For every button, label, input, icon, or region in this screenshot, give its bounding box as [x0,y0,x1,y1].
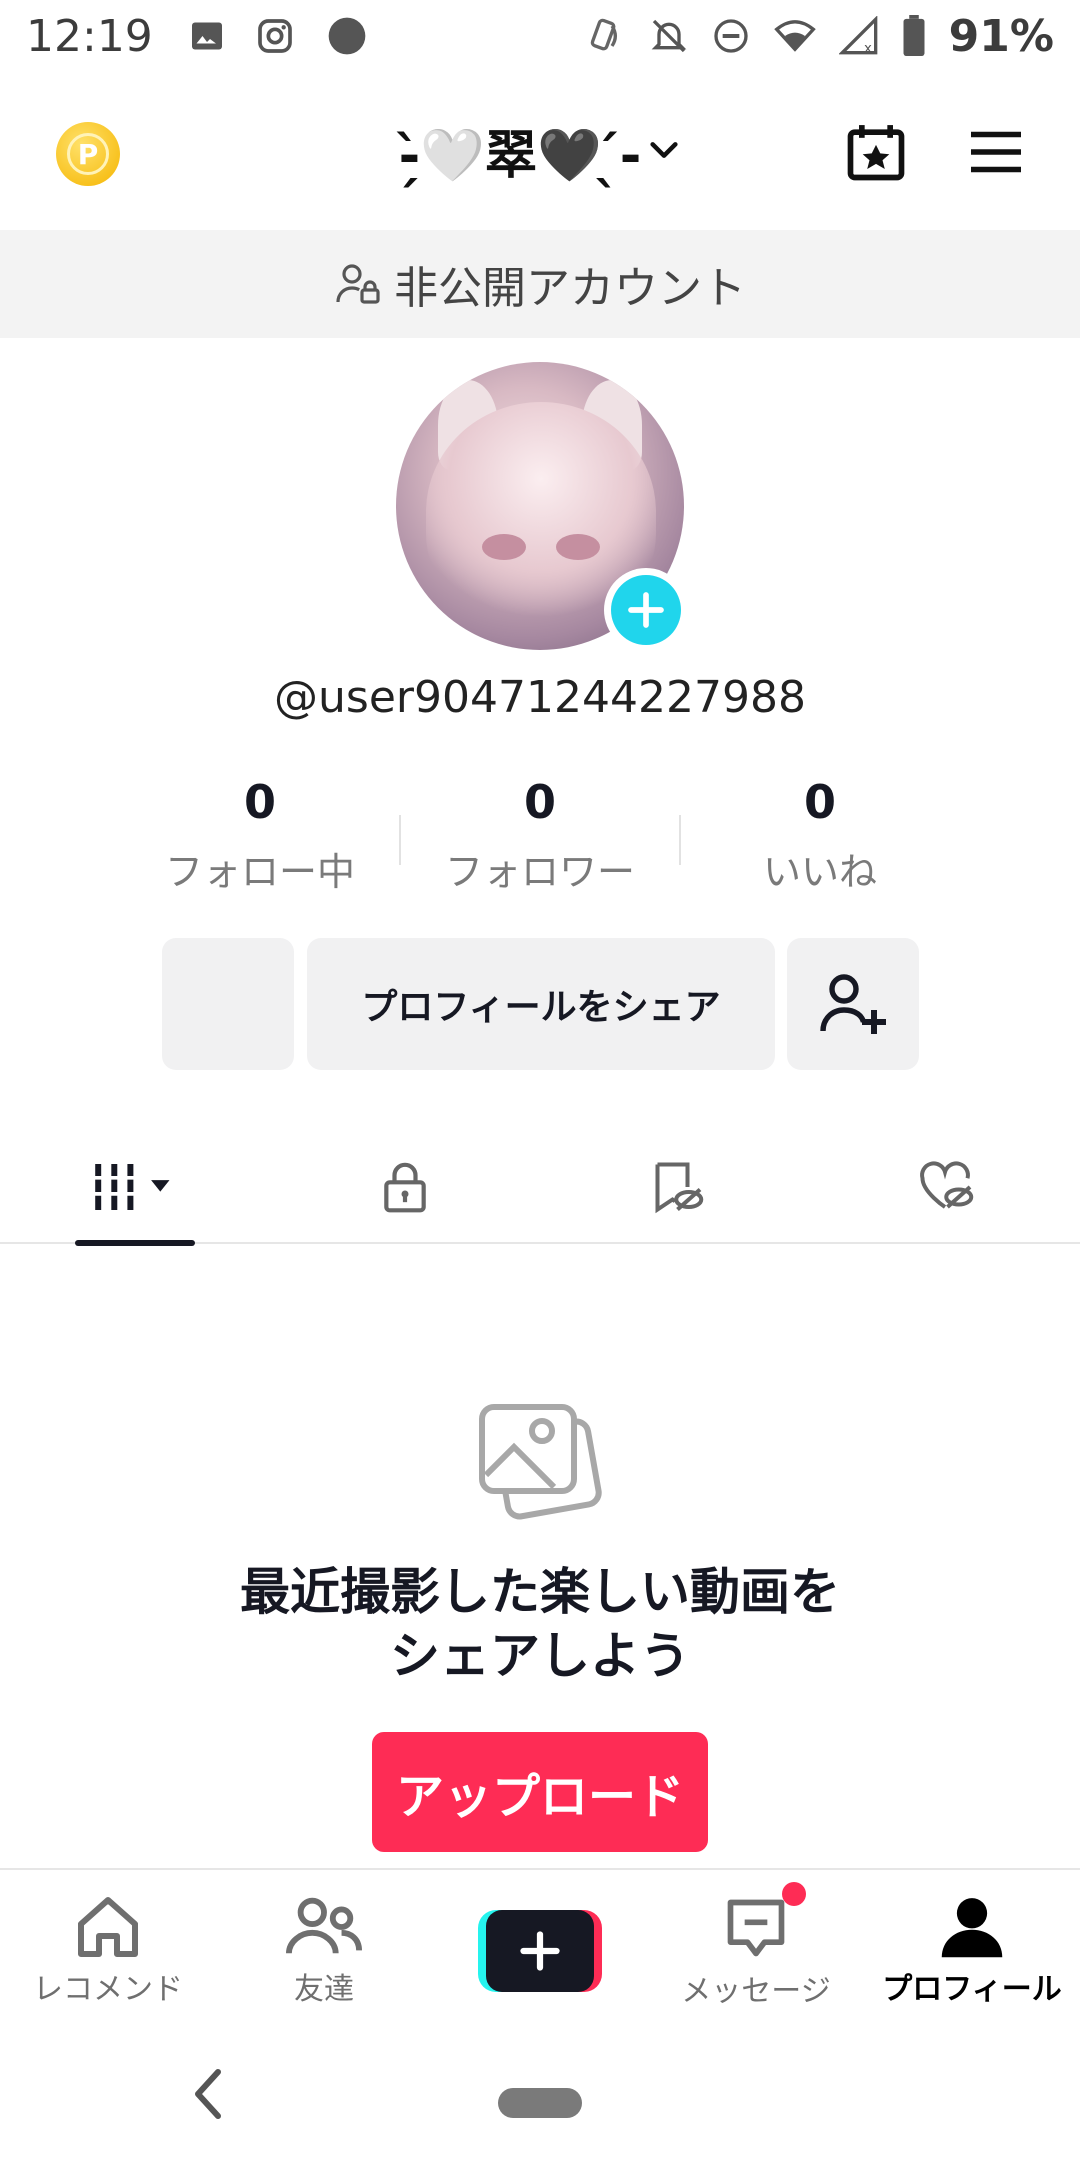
image-icon [191,22,222,50]
account-name: -̗̀🤍翠🖤 ̖́- [398,125,642,186]
following-stat[interactable]: 0 フォロー中 [120,775,400,905]
following-count: 0 [243,775,276,829]
lock-icon [384,1162,426,1213]
bell-off-icon [651,19,687,53]
home-icon [78,1897,138,1957]
battery-percent: 91% [948,10,1054,62]
plus-icon [520,1931,560,1971]
private-account-banner[interactable]: 非公開アカウント [0,230,1080,338]
bookmark-hidden-icon [655,1162,704,1214]
empty-state-title: 最近撮影した楽しい動画を シェアしよう [0,1560,1080,1688]
profile-header: P -̗̀🤍翠🖤 ̖́- [0,90,1080,210]
grid-icon [93,1164,170,1210]
instagram-icon [257,19,292,53]
bottom-nav: レコメンド 友達 メッセージ プロフィール [0,1868,1080,2018]
status-time: 12:19 [26,10,153,62]
notification-dot [782,1882,806,1906]
chevron-down-icon [650,142,678,158]
signal-icon: x [838,16,878,56]
nav-friends-label: 友達 [294,1972,354,2007]
followers-label: フォロワー [444,850,635,894]
followers-count: 0 [523,775,556,829]
nav-inbox[interactable]: メッセージ [648,1870,864,2020]
followers-stat[interactable]: 0 フォロワー [400,775,680,905]
status-bar: 12:19 x 91% [0,0,1080,72]
account-switcher[interactable]: -̗̀🤍翠🖤 ̖́- [380,114,700,186]
heart-hidden-icon [920,1161,974,1209]
private-banner-text: 非公開アカウント [394,263,746,314]
photos-icon [479,1404,602,1520]
profile-icon [941,1898,1003,1958]
add-user-icon [820,974,886,1034]
system-navigation [0,2030,1080,2160]
nav-profile[interactable]: プロフィール [864,1870,1080,2020]
tab-private[interactable] [270,1130,540,1244]
user-handle: @user90471244227988 [274,672,806,723]
tab-saved[interactable] [540,1130,810,1244]
add-avatar-button[interactable] [604,568,688,652]
nav-profile-label: プロフィール [882,1972,1062,2007]
add-friend-button[interactable] [787,938,919,1070]
stat-divider [679,815,681,865]
profile-tabs [0,1130,1080,1246]
nfc-icon [590,18,617,51]
back-icon[interactable] [188,2064,228,2124]
stat-divider [399,815,401,865]
nav-home-label: レコメンド [33,1972,183,2007]
share-profile-button[interactable]: プロフィールをシェア [307,938,775,1070]
home-pill[interactable] [498,2088,582,2118]
menu-icon[interactable] [960,116,1032,188]
create-button[interactable] [478,1910,602,1992]
svg-text:x: x [864,42,872,56]
inbox-icon [727,1899,785,1957]
dnd-icon [714,19,748,53]
tab-liked[interactable] [810,1130,1080,1244]
nav-create[interactable] [432,1870,648,2020]
nav-home[interactable]: レコメンド [0,1870,216,2020]
edit-profile-button[interactable] [162,938,294,1070]
likes-label: いいね [762,850,877,894]
plus-icon [628,592,664,628]
likes-stat[interactable]: 0 いいね [680,775,960,905]
nav-inbox-label: メッセージ [681,1974,831,2009]
following-label: フォロー中 [164,850,355,894]
user-lock-icon [336,264,380,304]
battery-icon [903,15,925,57]
dot-icon [328,17,366,55]
coin-icon[interactable]: P [56,122,120,186]
friends-icon [286,1897,362,1954]
empty-state-line1: 最近撮影した楽しい動画を [240,1563,840,1621]
likes-count: 0 [803,775,836,829]
profile-stats: 0 フォロー中 0 フォロワー 0 いいね [120,775,960,905]
upload-button[interactable]: アップロード [372,1732,708,1852]
nav-friends[interactable]: 友達 [216,1870,432,2020]
tab-videos[interactable] [0,1130,270,1246]
calendar-star-icon[interactable] [840,116,912,188]
empty-state-line2: シェアしよう [390,1627,690,1685]
wifi-icon [773,20,816,52]
